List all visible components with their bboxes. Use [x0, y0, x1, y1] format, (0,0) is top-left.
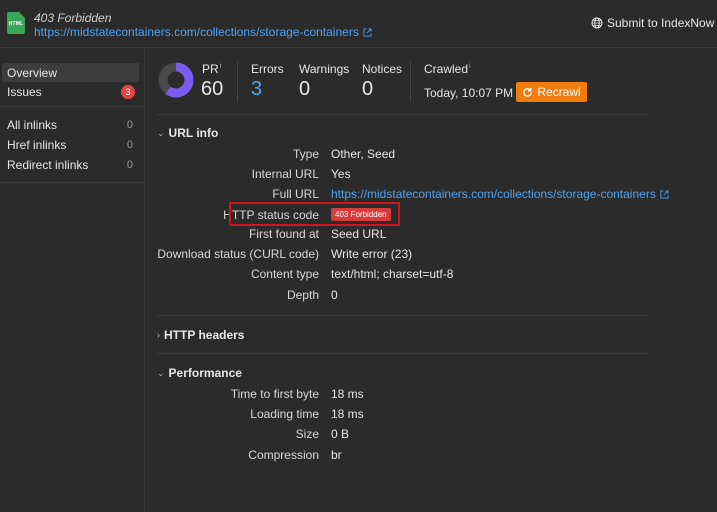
notices-label: Notices: [362, 62, 403, 76]
compression-key: Compression: [248, 448, 319, 462]
errors-label: Errors: [251, 62, 284, 76]
info-icon[interactable]: i: [220, 63, 222, 70]
sidebar-item-count: 0: [126, 158, 133, 171]
page-url-link[interactable]: https://midstatecontainers.com/collectio…: [34, 25, 372, 39]
sidebar-item-issues[interactable]: Issues 3: [2, 82, 139, 101]
ttfb-value: 18 ms: [331, 387, 364, 401]
sidebar-item-label[interactable]: All inlinks: [7, 118, 57, 132]
refresh-icon: [523, 87, 533, 97]
sidebar-item-overview[interactable]: Overview: [2, 63, 139, 82]
size-value: 0 B: [331, 427, 350, 441]
crawled-value: Today, 10:07 PM: [424, 86, 514, 100]
first-found-key: First found at: [248, 227, 319, 241]
pr-label-text: PR: [202, 62, 219, 76]
depth-key: Depth: [286, 288, 319, 302]
sidebar-item-count: 0: [126, 138, 133, 151]
section-divider: [157, 353, 647, 354]
section-divider: [157, 114, 647, 115]
full-url-key: Full URL: [272, 187, 319, 201]
download-status-value: Write error (23): [331, 247, 413, 261]
content-type-value: text/html; charset=utf-8: [331, 267, 454, 281]
page-header: HTML 403 Forbidden https://midstateconta…: [0, 0, 717, 48]
loading-time-value: 18 ms: [331, 407, 364, 421]
depth-value: 0: [331, 288, 338, 302]
url-info-section-toggle[interactable]: ⌄ URL info: [157, 126, 218, 140]
external-link-icon[interactable]: [660, 190, 669, 199]
sidebar-item-label[interactable]: Redirect inlinks: [7, 158, 88, 172]
first-found-value: Seed URL: [331, 227, 387, 241]
sidebar-item-label[interactable]: Overview: [7, 66, 57, 80]
issues-count-badge: 3: [121, 84, 135, 99]
sidebar: Overview Issues 3 All inlinks 0 Href inl…: [0, 49, 145, 512]
type-value: Other, Seed: [331, 147, 396, 161]
sidebar-item-redirect-inlinks[interactable]: Redirect inlinks 0: [2, 155, 139, 174]
full-url-link[interactable]: https://midstatecontainers.com/collectio…: [331, 187, 669, 201]
highlight-annotation-box: [229, 202, 400, 226]
content-type-key: Content type: [250, 267, 319, 281]
metric-divider: [237, 62, 238, 102]
recrawl-button[interactable]: Recrawl: [516, 82, 587, 102]
section-divider: [157, 315, 647, 316]
info-icon[interactable]: i: [469, 63, 471, 70]
chevron-down-icon: ⌄: [157, 367, 165, 378]
recrawl-label[interactable]: Recrawl: [537, 85, 580, 99]
sidebar-divider: [0, 182, 145, 183]
download-status-key: Download status (CURL code): [157, 247, 319, 261]
sidebar-divider: [0, 106, 145, 107]
notices-value: 0: [362, 78, 374, 100]
sidebar-item-href-inlinks[interactable]: Href inlinks 0: [2, 135, 139, 154]
file-icon-label: HTML: [8, 21, 24, 27]
pr-value: 60: [201, 78, 224, 100]
crawled-label-text: Crawled: [424, 62, 469, 76]
crawled-label: Crawledi: [424, 62, 471, 76]
globe-icon: [591, 17, 603, 29]
full-url-text[interactable]: https://midstatecontainers.com/collectio…: [331, 187, 656, 201]
chevron-right-icon: ›: [157, 330, 160, 340]
warnings-label: Warnings: [299, 62, 350, 76]
internal-url-key: Internal URL: [251, 167, 319, 181]
compression-value: br: [331, 448, 342, 462]
metric-divider: [410, 62, 411, 102]
http-headers-section-toggle[interactable]: › HTTP headers: [157, 328, 244, 342]
ttfb-key: Time to first byte: [230, 387, 319, 401]
section-title[interactable]: HTTP headers: [164, 328, 244, 342]
size-key: Size: [295, 427, 319, 441]
type-key: Type: [292, 147, 319, 161]
performance-section-toggle[interactable]: ⌄ Performance: [157, 366, 242, 380]
page-url-text[interactable]: https://midstatecontainers.com/collectio…: [34, 25, 359, 39]
warnings-value: 0: [299, 78, 311, 100]
submit-indexnow-label[interactable]: Submit to IndexNow: [607, 16, 714, 30]
html-file-icon: HTML: [7, 12, 25, 34]
pr-label: PRi: [202, 62, 221, 76]
external-link-icon[interactable]: [363, 28, 372, 37]
errors-value[interactable]: 3: [251, 78, 262, 101]
page-title: 403 Forbidden: [34, 11, 112, 25]
internal-url-value: Yes: [331, 167, 351, 181]
chevron-down-icon: ⌄: [157, 127, 165, 138]
submit-indexnow-button[interactable]: Submit to IndexNow: [591, 16, 714, 30]
pr-donut-chart: [158, 62, 194, 98]
section-title[interactable]: URL info: [169, 126, 219, 140]
sidebar-item-count: 0: [126, 118, 133, 131]
loading-time-key: Loading time: [250, 407, 319, 421]
sidebar-item-all-inlinks[interactable]: All inlinks 0: [2, 115, 139, 134]
sidebar-item-label[interactable]: Href inlinks: [7, 138, 66, 152]
section-title[interactable]: Performance: [169, 366, 242, 380]
sidebar-item-label[interactable]: Issues: [7, 85, 42, 99]
